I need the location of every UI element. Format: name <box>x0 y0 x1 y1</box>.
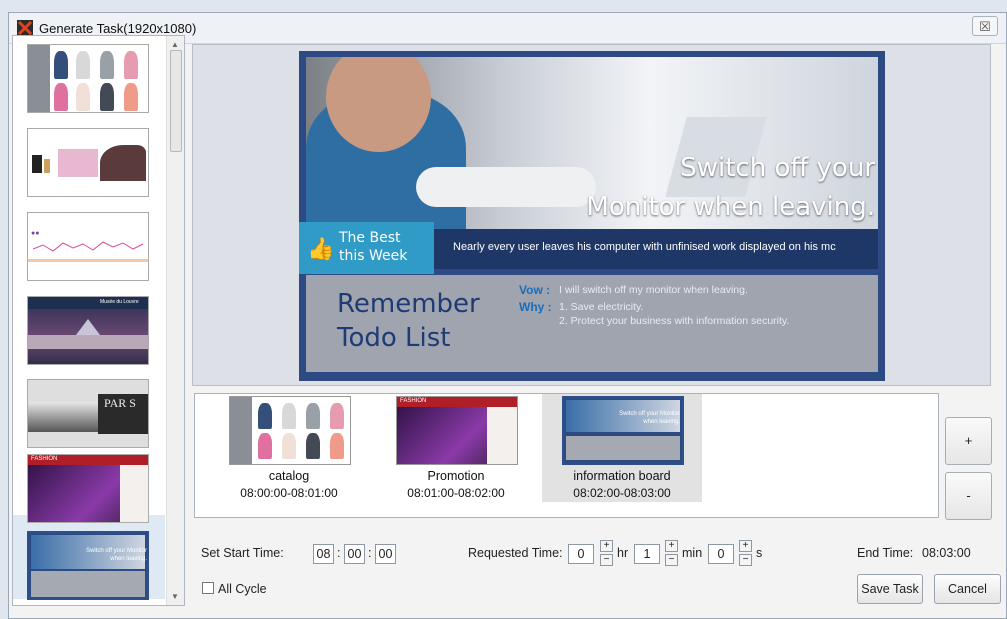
badge-line-1: The Best <box>339 230 401 246</box>
all-cycle-checkbox[interactable] <box>202 582 214 594</box>
minutes-stepper[interactable]: + − <box>665 540 678 566</box>
timeline-info-thumb-text: Switch off your Monitor when leaving. <box>619 411 680 425</box>
timeline-item-name: information board <box>573 469 671 483</box>
louvre-thumb-text: Musée du Louvre <box>100 299 139 305</box>
end-time-value: 08:03:00 <box>922 546 971 560</box>
thumb-information-board[interactable]: Switch off your Monitor when leaving. <box>27 531 149 600</box>
start-hour-field[interactable]: 08 <box>313 544 334 564</box>
requested-hours-field[interactable]: 0 <box>568 544 594 564</box>
why-label: Why : <box>519 300 552 314</box>
scroll-down-arrow-icon[interactable]: ▼ <box>171 592 179 601</box>
all-cycle-label: All Cycle <box>218 582 267 596</box>
badge-line-2: this Week <box>339 248 408 264</box>
preview-slide: Switch off your Monitor when leaving. 👍 … <box>299 51 885 381</box>
close-button[interactable]: ☒ <box>972 16 998 36</box>
add-item-button[interactable]: + <box>945 417 992 465</box>
start-time-label: Set Start Time: <box>201 546 284 560</box>
seconds-minus-button[interactable]: − <box>739 554 752 566</box>
scroll-thumb[interactable] <box>170 50 182 152</box>
info-board-thumb-text: Switch off your Monitor when leaving. <box>86 548 147 562</box>
why-item-1: 1. Save electricity. <box>559 301 644 313</box>
window-title: Generate Task(1920x1080) <box>39 21 197 36</box>
timeline-item-promotion[interactable]: FASHION Promotion 08:01:00-08:02:00 <box>376 394 536 502</box>
end-time-label: End Time: <box>857 546 914 560</box>
start-second-field[interactable]: 00 <box>375 544 396 564</box>
seconds-plus-button[interactable]: + <box>739 540 752 552</box>
thumb-louvre[interactable]: Musée du Louvre <box>27 296 149 365</box>
slide-remember-title: Remember Todo List <box>337 287 480 355</box>
time-separator: : <box>337 546 341 560</box>
thumb-fashion[interactable]: FASHION <box>27 454 149 523</box>
seconds-stepper[interactable]: + − <box>739 540 752 566</box>
time-separator: : <box>368 546 372 560</box>
timeline-item-time: 08:02:00-08:03:00 <box>573 486 671 500</box>
minutes-unit: min <box>682 546 703 560</box>
timeline-item-name: Promotion <box>427 469 485 483</box>
cancel-button[interactable]: Cancel <box>934 574 1001 604</box>
slide-headline-line-2: Monitor when leaving. <box>586 192 875 222</box>
start-minute-field[interactable]: 00 <box>344 544 365 564</box>
timeline-thumb-catalog <box>229 396 351 465</box>
hours-minus-button[interactable]: − <box>600 554 613 566</box>
fashion-thumb-text: FASHION <box>31 456 58 462</box>
hours-plus-button[interactable]: + <box>600 540 613 552</box>
remember-line-2: Todo List <box>337 323 451 353</box>
thumbnail-scrollbar[interactable]: ▲ ▼ <box>166 36 184 605</box>
why-item-2: 2. Protect your business with informatio… <box>559 315 790 327</box>
minutes-plus-button[interactable]: + <box>665 540 678 552</box>
requested-seconds-field[interactable]: 0 <box>708 544 734 564</box>
slide-headline-line-1: Switch off your <box>680 153 875 183</box>
timeline-item-catalog[interactable]: catalog 08:00:00-08:01:00 <box>209 394 369 502</box>
thumb-catalog[interactable] <box>27 44 149 113</box>
app-logo-icon <box>17 20 33 36</box>
thumb-chart[interactable]: ●● <box>27 212 149 281</box>
timeline-thumb-promotion: FASHION <box>396 396 518 465</box>
timeline-item-time: 08:01:00-08:02:00 <box>407 486 505 500</box>
thumbs-up-icon: 👍 <box>307 236 335 261</box>
promotion-thumb-text: FASHION <box>400 398 427 404</box>
timeline-item-name: catalog <box>268 469 310 483</box>
seconds-unit: s <box>756 546 763 560</box>
svg-text:●●: ●● <box>31 230 39 237</box>
paris-thumb-text: PAR S <box>104 396 136 410</box>
vow-text: I will switch off my monitor when leavin… <box>559 284 748 296</box>
requested-time-label: Requested Time: <box>468 546 563 560</box>
timeline-thumb-information-board: Switch off your Monitor when leaving. <box>562 396 684 465</box>
chart-thumb-graphic: ●● <box>28 230 148 262</box>
scroll-up-arrow-icon[interactable]: ▲ <box>171 40 179 49</box>
vow-label: Vow : <box>519 283 551 297</box>
thumb-product[interactable] <box>27 128 149 197</box>
content-thumbnail-list[interactable]: ●● Musée du Louvre PAR S FASHION Switch … <box>12 35 185 606</box>
timeline-item-time: 08:00:00-08:01:00 <box>240 486 338 500</box>
preview-area: Switch off your Monitor when leaving. 👍 … <box>192 44 991 386</box>
minutes-minus-button[interactable]: − <box>665 554 678 566</box>
best-of-week-badge: 👍 The Best this Week <box>299 222 434 274</box>
save-task-button[interactable]: Save Task <box>857 574 923 604</box>
requested-minutes-field[interactable]: 1 <box>634 544 660 564</box>
remove-item-button[interactable]: - <box>945 472 992 520</box>
task-timeline: catalog 08:00:00-08:01:00 FASHION Promot… <box>194 393 939 518</box>
slide-band-text: Nearly every user leaves his computer wi… <box>453 241 836 253</box>
hours-unit: hr <box>617 546 629 560</box>
remember-line-1: Remember <box>337 289 480 319</box>
timeline-item-information-board[interactable]: Switch off your Monitor when leaving. in… <box>542 394 702 502</box>
hours-stepper[interactable]: + − <box>600 540 613 566</box>
thumb-paris[interactable]: PAR S <box>27 379 149 448</box>
slide-headline: Switch off your Monitor when leaving. <box>586 149 875 227</box>
close-icon: ☒ <box>979 19 991 34</box>
